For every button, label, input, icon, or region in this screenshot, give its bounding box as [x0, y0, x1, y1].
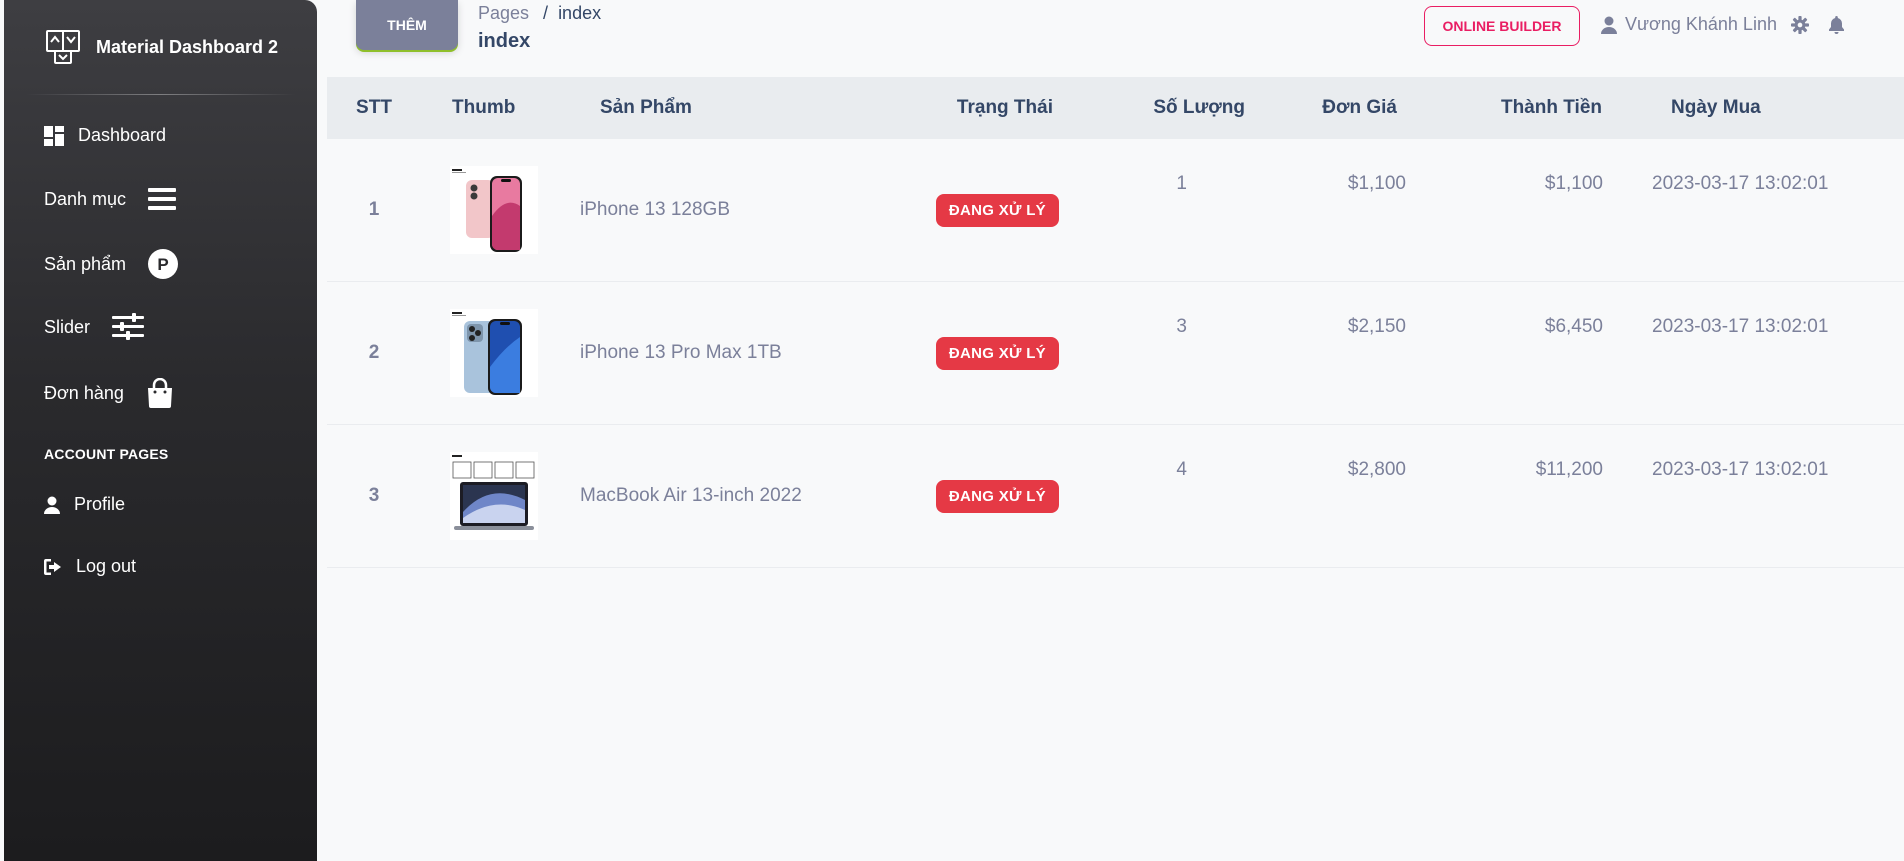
cell-total: $6,450: [1436, 281, 1614, 425]
sidebar-item-logout[interactable]: Log out: [44, 556, 136, 577]
table-row: 2 iPhone 13 Pro Max 1TB ĐANG XỬ LÝ 3 $2,…: [327, 281, 1904, 425]
brand-logo-icon: [46, 30, 80, 64]
shopping-bag-icon: [146, 378, 174, 408]
product-thumbnail-image: [450, 452, 538, 540]
cell-status: ĐANG XỬ LÝ: [879, 424, 1079, 568]
breadcrumb-separator: /: [543, 3, 549, 23]
cell-product-name: iPhone 13 128GB: [573, 139, 879, 282]
cell-unit-price: $2,800: [1275, 424, 1436, 568]
cell-status: ĐANG XỬ LÝ: [879, 281, 1079, 425]
cell-quantity: 1: [1079, 139, 1275, 282]
breadcrumb-current: index: [558, 3, 602, 23]
sidebar-item-dashboard[interactable]: Dashboard: [44, 125, 166, 146]
sidebar-item-slider[interactable]: Slider: [44, 313, 145, 341]
breadcrumb-root[interactable]: Pages: [478, 3, 529, 23]
table-header-row: STT Thumb Sản Phẩm Trạng Thái Số Lượng Đ…: [327, 77, 1904, 139]
table-row: 3 MacBook Air 13-inch 2022 ĐANG XỬ LÝ 4 …: [327, 424, 1904, 568]
cell-stt: 1: [327, 139, 421, 282]
column-header-product: Sản Phẩm: [600, 97, 692, 118]
cell-purchase-date: 2023-03-17 13:02:01: [1614, 424, 1904, 568]
column-header-thumb: Thumb: [452, 97, 516, 118]
column-header-purchase-date: Ngày Mua: [1671, 97, 1761, 118]
cell-quantity: 4: [1079, 424, 1275, 568]
sidebar: Material Dashboard 2 Dashboard Danh mục …: [4, 0, 317, 861]
cell-thumb: [421, 281, 573, 425]
cell-total: $1,100: [1436, 139, 1614, 282]
sidebar-item-don-hang[interactable]: Đơn hàng: [44, 378, 174, 408]
user-menu[interactable]: Vương Khánh Linh: [1601, 14, 1777, 35]
cell-thumb: [421, 424, 573, 568]
page-title: index: [478, 30, 531, 52]
orders-table: STT Thumb Sản Phẩm Trạng Thái Số Lượng Đ…: [327, 77, 1904, 568]
sidebar-item-profile[interactable]: Profile: [44, 494, 125, 515]
user-name: Vương Khánh Linh: [1625, 14, 1777, 34]
cell-quantity: 3: [1079, 281, 1275, 425]
cell-purchase-date: 2023-03-17 13:02:01: [1614, 139, 1904, 282]
cell-purchase-date: 2023-03-17 13:02:01: [1614, 281, 1904, 425]
cell-unit-price: $2,150: [1275, 281, 1436, 425]
cell-total: $11,200: [1436, 424, 1614, 568]
sidebar-item-label: Đơn hàng: [44, 382, 124, 403]
column-header-status: Trạng Thái: [956, 97, 1053, 118]
svg-text:P: P: [157, 255, 168, 274]
column-header-total: Thành Tiền: [1501, 97, 1602, 118]
sliders-icon: [112, 313, 145, 341]
sidebar-item-label: Slider: [44, 316, 91, 337]
dashboard-icon: [44, 125, 64, 146]
logout-icon: [44, 558, 62, 575]
user-icon: [1601, 16, 1617, 34]
notification-bell-icon[interactable]: [1828, 16, 1845, 39]
product-p-icon: P: [148, 249, 179, 279]
sidebar-item-san-pham[interactable]: Sản phẩm P: [44, 249, 179, 279]
cell-status: ĐANG XỬ LÝ: [879, 139, 1079, 282]
sidebar-item-label: Danh mục: [44, 188, 127, 209]
menu-icon: [148, 187, 177, 211]
settings-gear-icon[interactable]: [1791, 16, 1809, 39]
sidebar-item-label: Log out: [76, 556, 137, 576]
sidebar-item-label: Profile: [74, 494, 126, 514]
status-badge: ĐANG XỬ LÝ: [935, 193, 1059, 227]
cell-thumb: [421, 139, 573, 282]
status-badge: ĐANG XỬ LÝ: [935, 336, 1059, 370]
add-button[interactable]: THÊM: [356, 0, 458, 50]
sidebar-item-label: Dashboard: [78, 125, 167, 145]
column-header-unit-price: Đơn Giá: [1322, 97, 1397, 118]
breadcrumb: Pages / index: [478, 3, 601, 24]
section-title-account: ACCOUNT PAGES: [44, 446, 169, 462]
cell-unit-price: $1,100: [1275, 139, 1436, 282]
brand-divider: [26, 94, 296, 95]
brand-name: Material Dashboard 2: [96, 36, 279, 57]
table-row: 1 iPhone 13 128GB ĐANG XỬ LÝ 1 $1,100 $1…: [327, 139, 1904, 282]
column-header-quantity: Số Lượng: [1153, 97, 1245, 118]
cell-product-name: MacBook Air 13-inch 2022: [573, 424, 879, 568]
brand[interactable]: Material Dashboard 2: [44, 28, 278, 66]
cell-product-name: iPhone 13 Pro Max 1TB: [573, 281, 879, 425]
product-thumbnail-image: [450, 166, 538, 254]
orders-table-wrapper: STT Thumb Sản Phẩm Trạng Thái Số Lượng Đ…: [327, 77, 1904, 568]
cell-stt: 3: [327, 424, 421, 568]
sidebar-item-danh-muc[interactable]: Danh mục: [44, 187, 177, 211]
sidebar-item-label: Sản phẩm: [44, 253, 127, 274]
column-header-stt: STT: [356, 97, 392, 118]
product-thumbnail-image: [450, 309, 538, 397]
online-builder-button[interactable]: ONLINE BUILDER: [1424, 6, 1580, 46]
user-icon: [44, 496, 60, 514]
status-badge: ĐANG XỬ LÝ: [935, 479, 1059, 513]
cell-stt: 2: [327, 281, 421, 425]
